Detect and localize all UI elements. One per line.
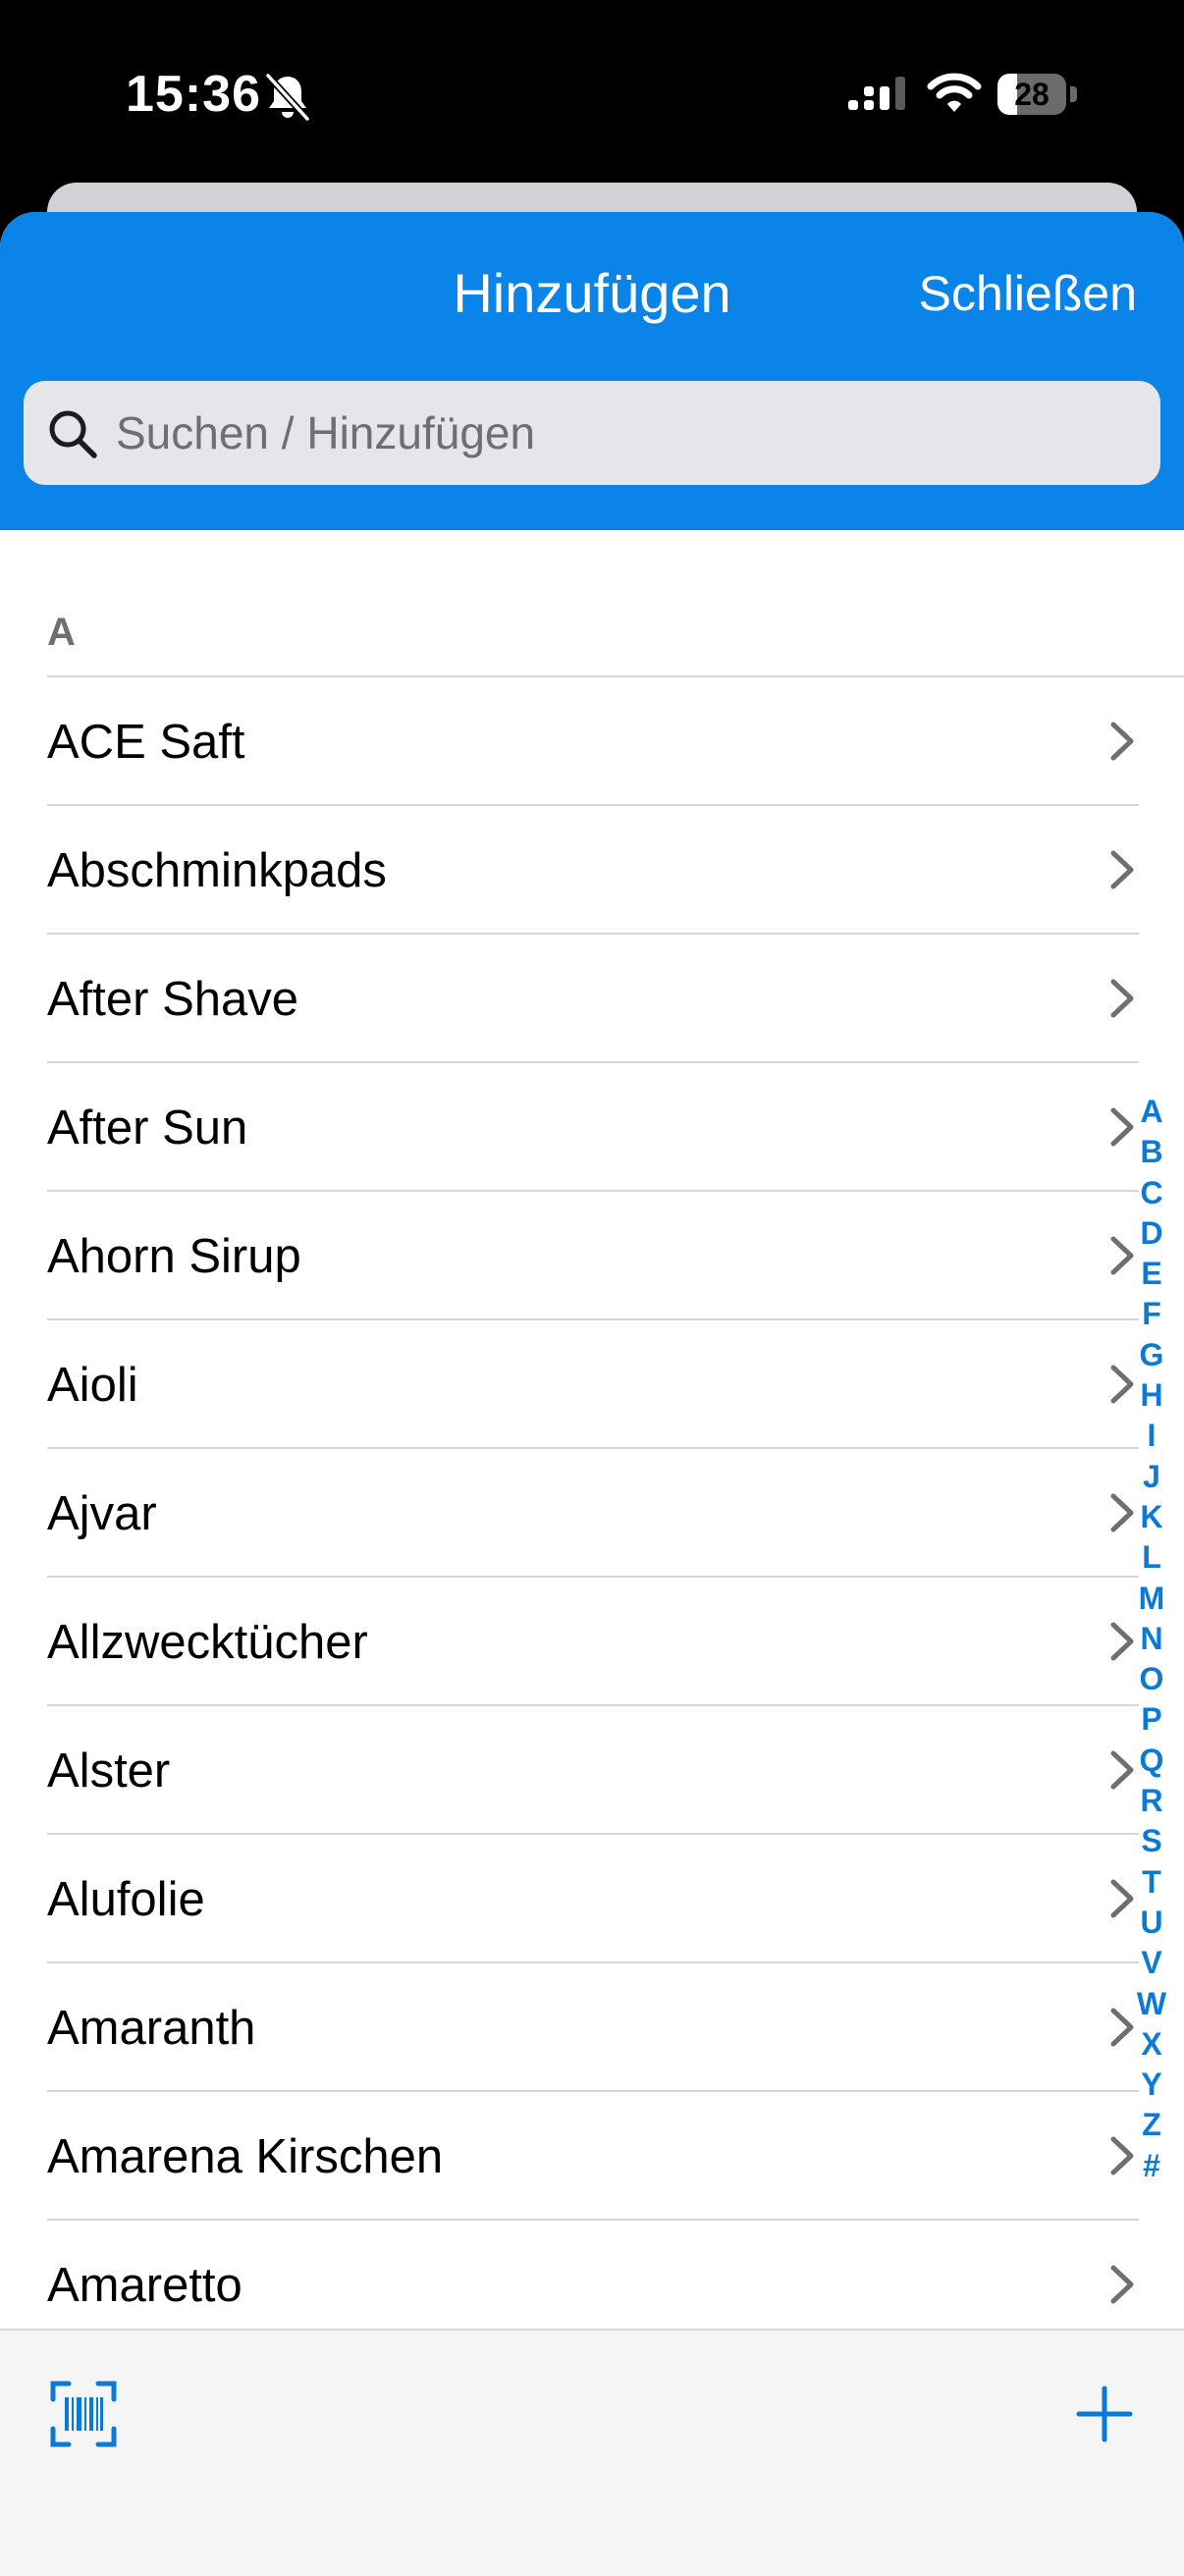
list-item-label: Amaranth: [47, 2002, 256, 2055]
cellular-signal-icon: [848, 77, 905, 118]
list-item[interactable]: Allzwecktücher: [0, 1578, 1184, 1706]
list-item[interactable]: After Sun: [0, 1063, 1184, 1192]
chevron-right-icon: [1110, 979, 1134, 1018]
index-letter[interactable]: Z: [1127, 2105, 1176, 2145]
list-item[interactable]: Alster: [0, 1706, 1184, 1835]
index-letter[interactable]: X: [1127, 2024, 1176, 2065]
list-item-label: Ahorn Sirup: [47, 1230, 301, 1283]
index-letter[interactable]: T: [1127, 1862, 1176, 1903]
chevron-right-icon: [1110, 2265, 1134, 2304]
wifi-icon: [927, 73, 982, 112]
battery-icon: 28: [997, 74, 1078, 117]
index-letter[interactable]: D: [1127, 1213, 1176, 1254]
list-item[interactable]: Ahorn Sirup: [0, 1192, 1184, 1320]
search-icon: [49, 410, 97, 458]
chevron-right-icon: [1110, 850, 1134, 889]
status-time: 15:36: [126, 66, 261, 123]
index-letter[interactable]: A: [1127, 1092, 1176, 1132]
bottom-toolbar: [0, 2329, 1184, 2576]
bell-slash-icon: [265, 73, 310, 122]
list-item-label: Amaretto: [47, 2259, 242, 2312]
list-item[interactable]: Alufolie: [0, 1835, 1184, 1963]
list-item-label: Aioli: [47, 1359, 138, 1412]
list-item[interactable]: After Shave: [0, 935, 1184, 1063]
list-item[interactable]: ACE Saft: [0, 677, 1184, 806]
list-item-label: After Shave: [47, 973, 299, 1026]
index-letter[interactable]: H: [1127, 1375, 1176, 1416]
index-letter[interactable]: P: [1127, 1699, 1176, 1740]
index-letter[interactable]: C: [1127, 1173, 1176, 1213]
list-item-label: Alufolie: [47, 1873, 205, 1926]
index-letter[interactable]: K: [1127, 1497, 1176, 1537]
list-item[interactable]: Aioli: [0, 1320, 1184, 1449]
index-letter[interactable]: E: [1127, 1254, 1176, 1294]
index-letter[interactable]: F: [1127, 1294, 1176, 1334]
list-item-label: ACE Saft: [47, 716, 245, 769]
list-item-label: Amarena Kirschen: [47, 2130, 444, 2183]
index-letter[interactable]: G: [1127, 1335, 1176, 1375]
list-item[interactable]: Amaranth: [0, 1963, 1184, 2092]
list-rows: ACE Saft Abschminkpads After Shave After Su…: [0, 677, 1184, 2333]
section-index[interactable]: A B C D E F G H I J K L M N O P Q R S T U V W X Y Z #: [1127, 1092, 1176, 2186]
add-item-sheet: Hinzufügen Schließen A ACE Saft Abschmink…: [0, 212, 1184, 2574]
index-letter[interactable]: J: [1127, 1457, 1176, 1497]
list-item-label: Abschminkpads: [47, 844, 387, 897]
index-letter[interactable]: V: [1127, 1943, 1176, 1983]
list-item-label: Ajvar: [47, 1487, 157, 1540]
index-letter[interactable]: Q: [1127, 1741, 1176, 1781]
index-letter[interactable]: S: [1127, 1821, 1176, 1861]
index-letter[interactable]: B: [1127, 1132, 1176, 1172]
list-item-label: After Sun: [47, 1101, 248, 1154]
index-letter[interactable]: L: [1127, 1537, 1176, 1578]
plus-icon[interactable]: [1070, 2380, 1139, 2448]
status-bar: 15:36 28: [0, 0, 1184, 187]
list-item-label: Allzwecktücher: [47, 1616, 368, 1669]
chevron-right-icon: [1110, 722, 1134, 761]
list-item[interactable]: Ajvar: [0, 1449, 1184, 1578]
navigation-bar: Hinzufügen Schließen: [0, 212, 1184, 530]
battery-percentage: 28: [1014, 77, 1049, 112]
index-letter[interactable]: R: [1127, 1781, 1176, 1821]
barcode-scan-icon[interactable]: [49, 2380, 118, 2448]
index-letter[interactable]: U: [1127, 1903, 1176, 1943]
list-item-label: Alster: [47, 1744, 171, 1798]
close-button[interactable]: Schließen: [919, 265, 1137, 322]
section-header: A: [47, 611, 76, 654]
item-list[interactable]: A ACE Saft Abschminkpads After Shave After …: [0, 530, 1184, 2333]
index-letter[interactable]: W: [1127, 1984, 1176, 2024]
list-item[interactable]: Amaretto: [0, 2221, 1184, 2333]
list-item[interactable]: Amarena Kirschen: [0, 2092, 1184, 2221]
index-letter[interactable]: Y: [1127, 2065, 1176, 2105]
index-letter[interactable]: M: [1127, 1579, 1176, 1619]
list-item[interactable]: Abschminkpads: [0, 806, 1184, 935]
index-letter[interactable]: I: [1127, 1416, 1176, 1456]
search-bar[interactable]: [24, 381, 1160, 485]
index-letter[interactable]: O: [1127, 1659, 1176, 1699]
index-letter[interactable]: #: [1127, 2146, 1176, 2186]
index-letter[interactable]: N: [1127, 1619, 1176, 1659]
search-input[interactable]: [116, 381, 1137, 485]
